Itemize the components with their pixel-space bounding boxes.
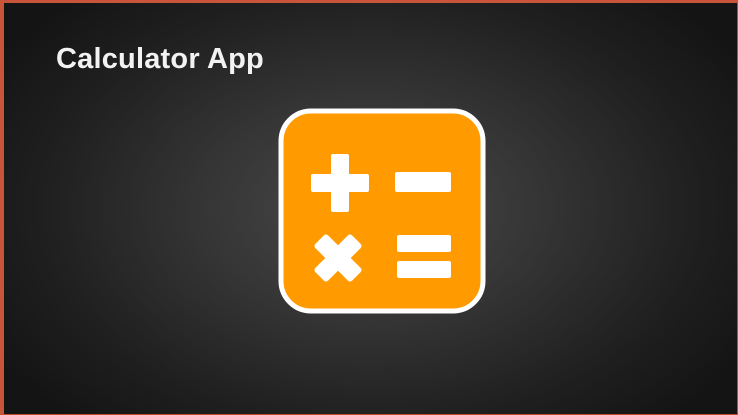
minus-icon [395,172,451,192]
slide-title: Calculator App [56,43,264,75]
calculator-app-icon[interactable] [278,108,486,314]
calculator-icon [278,108,486,314]
slide-frame: Calculator App [0,0,738,415]
icon-tile [278,108,486,314]
